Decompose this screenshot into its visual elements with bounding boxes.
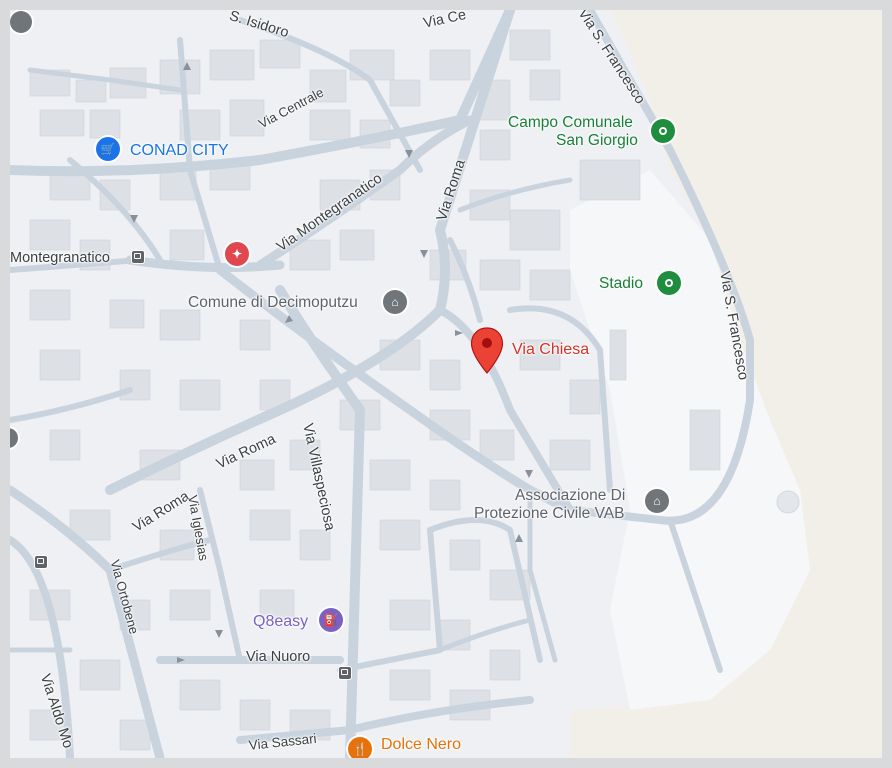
selected-place-label[interactable]: Via Chiesa xyxy=(512,341,589,359)
poi-associazione-line2[interactable]: Protezione Civile VAB xyxy=(474,505,624,523)
bus-stop-icon[interactable] xyxy=(131,250,145,264)
poi-stadio[interactable]: Stadio xyxy=(599,275,643,293)
park-icon[interactable] xyxy=(657,271,681,295)
map-viewport[interactable]: S. Isidoro Via Ce Via S. Francesco Via C… xyxy=(10,10,882,758)
poi-dolce-nero[interactable]: Dolce Nero xyxy=(381,736,461,754)
map-pin-icon[interactable] xyxy=(10,11,32,33)
shopping-cart-icon[interactable]: 🛒 xyxy=(96,137,120,161)
civic-building-icon[interactable]: ⌂ xyxy=(645,489,669,513)
poi-comune[interactable]: Comune di Decimoputzu xyxy=(188,294,358,312)
bus-stop-icon[interactable] xyxy=(34,555,48,569)
poi-conad-city[interactable]: CONAD CITY xyxy=(130,142,229,160)
poi-associazione-line1[interactable]: Associazione Di xyxy=(515,487,625,505)
street-label: Via Nuoro xyxy=(246,649,311,665)
fuel-station-icon[interactable]: ⛽ xyxy=(319,608,343,632)
park-icon[interactable] xyxy=(651,119,675,143)
poi-q8easy[interactable]: Q8easy xyxy=(253,613,308,631)
poi-campo-comunale-line2[interactable]: San Giorgio xyxy=(556,132,638,150)
bus-stop-icon[interactable] xyxy=(338,666,352,680)
location-pin-icon[interactable] xyxy=(470,327,504,375)
map-canvas[interactable] xyxy=(10,10,882,758)
shop-icon[interactable]: ✦ xyxy=(225,242,249,266)
civic-building-icon[interactable]: ⌂ xyxy=(383,290,407,314)
poi-campo-comunale-line1[interactable]: Campo Comunale xyxy=(508,114,633,132)
street-label: Montegranatico xyxy=(10,250,110,266)
restaurant-icon[interactable]: 🍴 xyxy=(348,737,372,758)
